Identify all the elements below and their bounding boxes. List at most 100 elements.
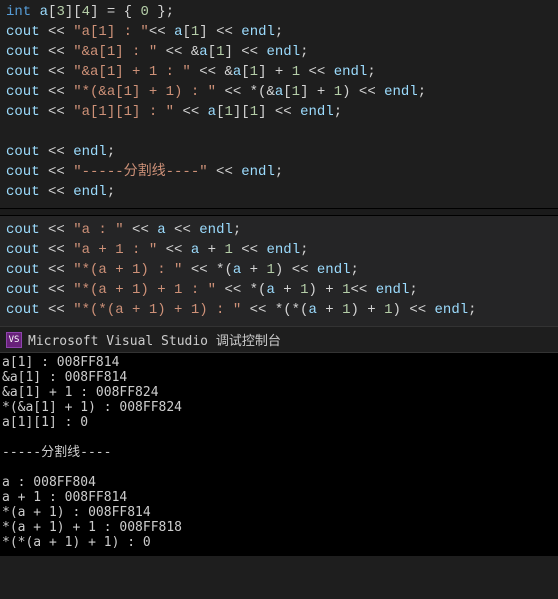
code-bottom-line[interactable]: cout << "a : " << a << endl; [0, 220, 558, 240]
code-token: << [40, 164, 74, 180]
code-token: ] [224, 44, 232, 60]
console-line: a[1][1] : 0 [2, 415, 556, 430]
code-top-line[interactable]: cout << "&a[1] : " << &a[1] << endl; [0, 42, 558, 62]
code-top-line[interactable]: cout << "-----分割线----" << endl; [0, 162, 558, 182]
code-top-line[interactable]: cout << "&a[1] + 1 : " << &a[1] + 1 << e… [0, 62, 558, 82]
code-token: << [40, 184, 74, 200]
code-token: 1 [292, 84, 300, 100]
console-line [2, 460, 556, 475]
debug-console-titlebar[interactable]: VS Microsoft Visual Studio 调试控制台 [0, 327, 558, 353]
debug-console-output[interactable]: a[1] : 008FF814&a[1] : 008FF814&a[1] + 1… [0, 353, 558, 556]
code-token: + [241, 262, 266, 278]
code-token: << *( [182, 262, 232, 278]
code-token: cout [6, 84, 40, 100]
code-top-line[interactable]: cout << "a[1][1] : " << a[1][1] << endl; [0, 102, 558, 122]
code-token: << [174, 104, 208, 120]
code-token: 3 [56, 4, 64, 20]
code-token: cout [6, 64, 40, 80]
code-token: << [166, 222, 200, 238]
code-top-line[interactable]: cout << endl; [0, 142, 558, 162]
code-token: endl [73, 184, 107, 200]
console-line: &a[1] + 1 : 008FF824 [2, 385, 556, 400]
code-top-line[interactable]: cout << "*(&a[1] + 1) : " << *(&a[1] + 1… [0, 82, 558, 102]
code-token: << [40, 262, 74, 278]
code-token: cout [6, 282, 40, 298]
code-token: + [275, 282, 300, 298]
code-token: ; [418, 84, 426, 100]
code-bottom-line[interactable]: cout << "*(a + 1) + 1 : " << *(a + 1) + … [0, 280, 558, 300]
code-token: << [267, 104, 301, 120]
code-token: "a : " [73, 222, 123, 238]
code-top-line[interactable]: cout << endl; [0, 182, 558, 202]
code-token: "a + 1 : " [73, 242, 157, 258]
code-editor-bottom[interactable]: cout << "a : " << a << endl;cout << "a +… [0, 216, 558, 326]
code-editor-top[interactable]: int a[3][4] = { 0 };cout << "a[1] : "<< … [0, 0, 558, 208]
vs-icon: VS [6, 332, 22, 348]
code-token: 1 [292, 64, 300, 80]
code-token: cout [6, 164, 40, 180]
code-token: [ [241, 64, 249, 80]
code-token: int [6, 4, 31, 20]
code-token: ] [258, 104, 266, 120]
pane-divider [0, 208, 558, 216]
code-token: [ [283, 84, 291, 100]
code-token: ; [107, 184, 115, 200]
code-token: a [40, 4, 48, 20]
code-token: endl [435, 302, 469, 318]
code-token: 1 [224, 104, 232, 120]
code-token: 0 [140, 4, 148, 20]
code-token: ; [468, 302, 476, 318]
code-token: a [199, 44, 207, 60]
code-token: 1 [250, 104, 258, 120]
code-token: endl [266, 242, 300, 258]
code-token: endl [334, 64, 368, 80]
code-token: cout [6, 24, 40, 40]
code-token: << [40, 222, 74, 238]
code-token: = { [98, 4, 140, 20]
code-token: a [233, 64, 241, 80]
code-bottom-line[interactable]: cout << "a + 1 : " << a + 1 << endl; [0, 240, 558, 260]
code-token: ; [275, 164, 283, 180]
code-bottom-line[interactable]: cout << "*(*(a + 1) + 1) : " << *(*(a + … [0, 300, 558, 320]
code-top-line[interactable]: int a[3][4] = { 0 }; [0, 2, 558, 22]
code-token: a [275, 84, 283, 100]
console-line: *(&a[1] + 1) : 008FF824 [2, 400, 556, 415]
code-token: "&a[1] + 1 : " [73, 64, 191, 80]
code-token: a [233, 262, 241, 278]
code-token: endl [73, 144, 107, 160]
code-bottom-line[interactable]: cout << "*(a + 1) : " << *(a + 1) << end… [0, 260, 558, 280]
code-token: cout [6, 104, 40, 120]
console-line [2, 430, 556, 445]
code-token: << [40, 282, 74, 298]
code-token: 1 [224, 242, 232, 258]
code-top-line[interactable] [0, 122, 558, 142]
code-token: 1 [266, 262, 274, 278]
code-token [31, 4, 39, 20]
code-token: 1 [334, 84, 342, 100]
code-token: endl [376, 282, 410, 298]
code-token: << & [157, 44, 199, 60]
code-top-line[interactable]: cout << "a[1] : "<< a[1] << endl; [0, 22, 558, 42]
code-token: << [149, 24, 174, 40]
code-token: "*(&a[1] + 1) : " [73, 84, 216, 100]
code-token: << [233, 44, 267, 60]
code-token: }; [149, 4, 174, 20]
console-line: a + 1 : 008FF814 [2, 490, 556, 505]
code-token: "*(*(a + 1) + 1) : " [73, 302, 241, 318]
code-token: << [40, 84, 74, 100]
code-token: "&a[1] : " [73, 44, 157, 60]
console-line: a : 008FF804 [2, 475, 556, 490]
code-token: << [208, 164, 242, 180]
code-token: ] [199, 24, 207, 40]
console-line: -----分割线---- [2, 445, 556, 460]
code-token: cout [6, 144, 40, 160]
code-token: a [191, 242, 199, 258]
code-token: a [266, 282, 274, 298]
console-line: *(a + 1) : 008FF814 [2, 505, 556, 520]
code-token: ; [351, 262, 359, 278]
code-token: << *( [216, 282, 266, 298]
code-token: a [308, 302, 316, 318]
code-token: 1 [250, 64, 258, 80]
code-token: 1 [384, 302, 392, 318]
code-token: [ [208, 44, 216, 60]
